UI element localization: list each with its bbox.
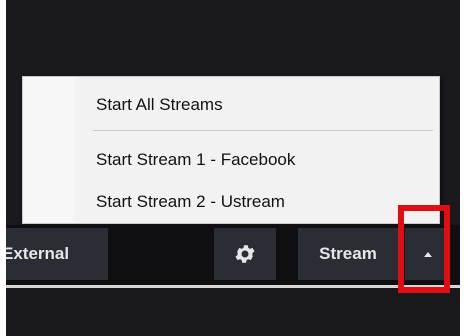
stream-context-menu: Start All Streams Start Stream 1 - Faceb…	[22, 76, 440, 224]
menu-item-start-stream-1[interactable]: Start Stream 1 - Facebook	[23, 144, 439, 174]
left-border	[0, 0, 6, 336]
bottom-toolbar: External Stream	[0, 225, 466, 285]
menu-item-label: Start Stream 1 - Facebook	[96, 150, 296, 169]
stream-button-label: Stream	[319, 244, 377, 263]
right-border	[460, 0, 466, 336]
bottom-panel	[0, 288, 466, 336]
stream-button[interactable]: Stream	[298, 228, 398, 280]
menu-item-label: Start All Streams	[96, 95, 223, 114]
external-button[interactable]: External	[0, 228, 108, 280]
settings-button[interactable]	[214, 228, 276, 280]
gear-icon	[233, 242, 257, 266]
menu-item-start-stream-2[interactable]: Start Stream 2 - Ustream	[23, 186, 439, 216]
menu-item-label: Start Stream 2 - Ustream	[96, 192, 285, 211]
menu-item-start-all-streams[interactable]: Start All Streams	[23, 89, 439, 119]
highlight-box	[398, 205, 450, 293]
menu-separator	[93, 130, 433, 131]
external-button-label: External	[2, 244, 70, 263]
